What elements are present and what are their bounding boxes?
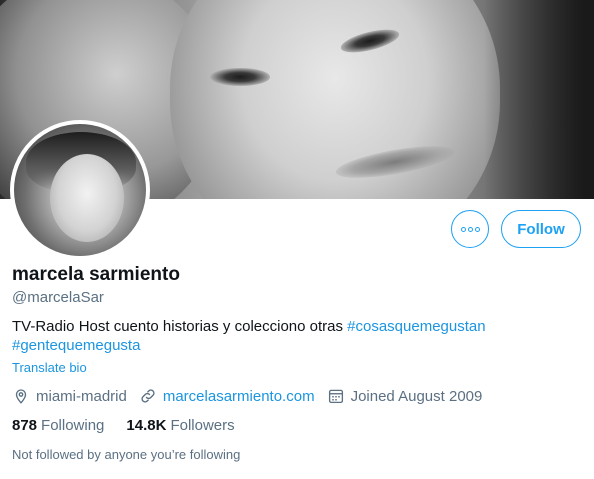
followers-label: Followers [170, 417, 235, 434]
avatar-face-shape [50, 154, 124, 242]
banner-face-shape [170, 0, 500, 199]
follow-counts: 878 Following 14.8K Followers [12, 417, 257, 434]
banner-shadow [484, 0, 594, 199]
following-count: 878 [12, 417, 38, 434]
joined-item: Joined August 2009 [327, 387, 483, 405]
location-item: miami-madrid [12, 387, 127, 405]
hashtag-link[interactable]: #gentequemegusta [12, 337, 140, 354]
website-link[interactable]: marcelasarmiento.com [163, 388, 315, 405]
bio-text: TV-Radio Host cuento historias y colecci… [12, 318, 348, 335]
followers-count: 14.8K [126, 417, 167, 434]
location-text: miami-madrid [36, 387, 127, 405]
followers-link[interactable]: 14.8K Followers [126, 417, 234, 434]
more-options-button[interactable] [451, 210, 489, 248]
website-item: marcelasarmiento.com [139, 387, 315, 405]
profile-name: marcela sarmiento [12, 264, 180, 285]
banner-eye-left [210, 68, 270, 86]
link-icon [141, 389, 155, 403]
calendar-icon [328, 389, 343, 404]
profile-handle: @marcelaSar [12, 289, 104, 306]
following-link[interactable]: 878 Following [12, 417, 104, 434]
location-pin-icon [15, 389, 27, 404]
following-label: Following [41, 417, 105, 434]
profile-bio: TV-Radio Host cuento historias y colecci… [12, 317, 582, 355]
more-options-icon [460, 226, 480, 232]
profile-meta: miami-madrid marcelasarmiento.com Joined… [12, 387, 494, 405]
translate-bio-link[interactable]: Translate bio [12, 360, 87, 375]
social-context-text: Not followed by anyone you’re following [12, 447, 241, 462]
follow-button[interactable]: Follow [501, 210, 581, 248]
joined-text: Joined August 2009 [350, 387, 483, 405]
avatar[interactable] [10, 120, 150, 260]
hashtag-link[interactable]: #cosasquemegustan [347, 318, 485, 335]
